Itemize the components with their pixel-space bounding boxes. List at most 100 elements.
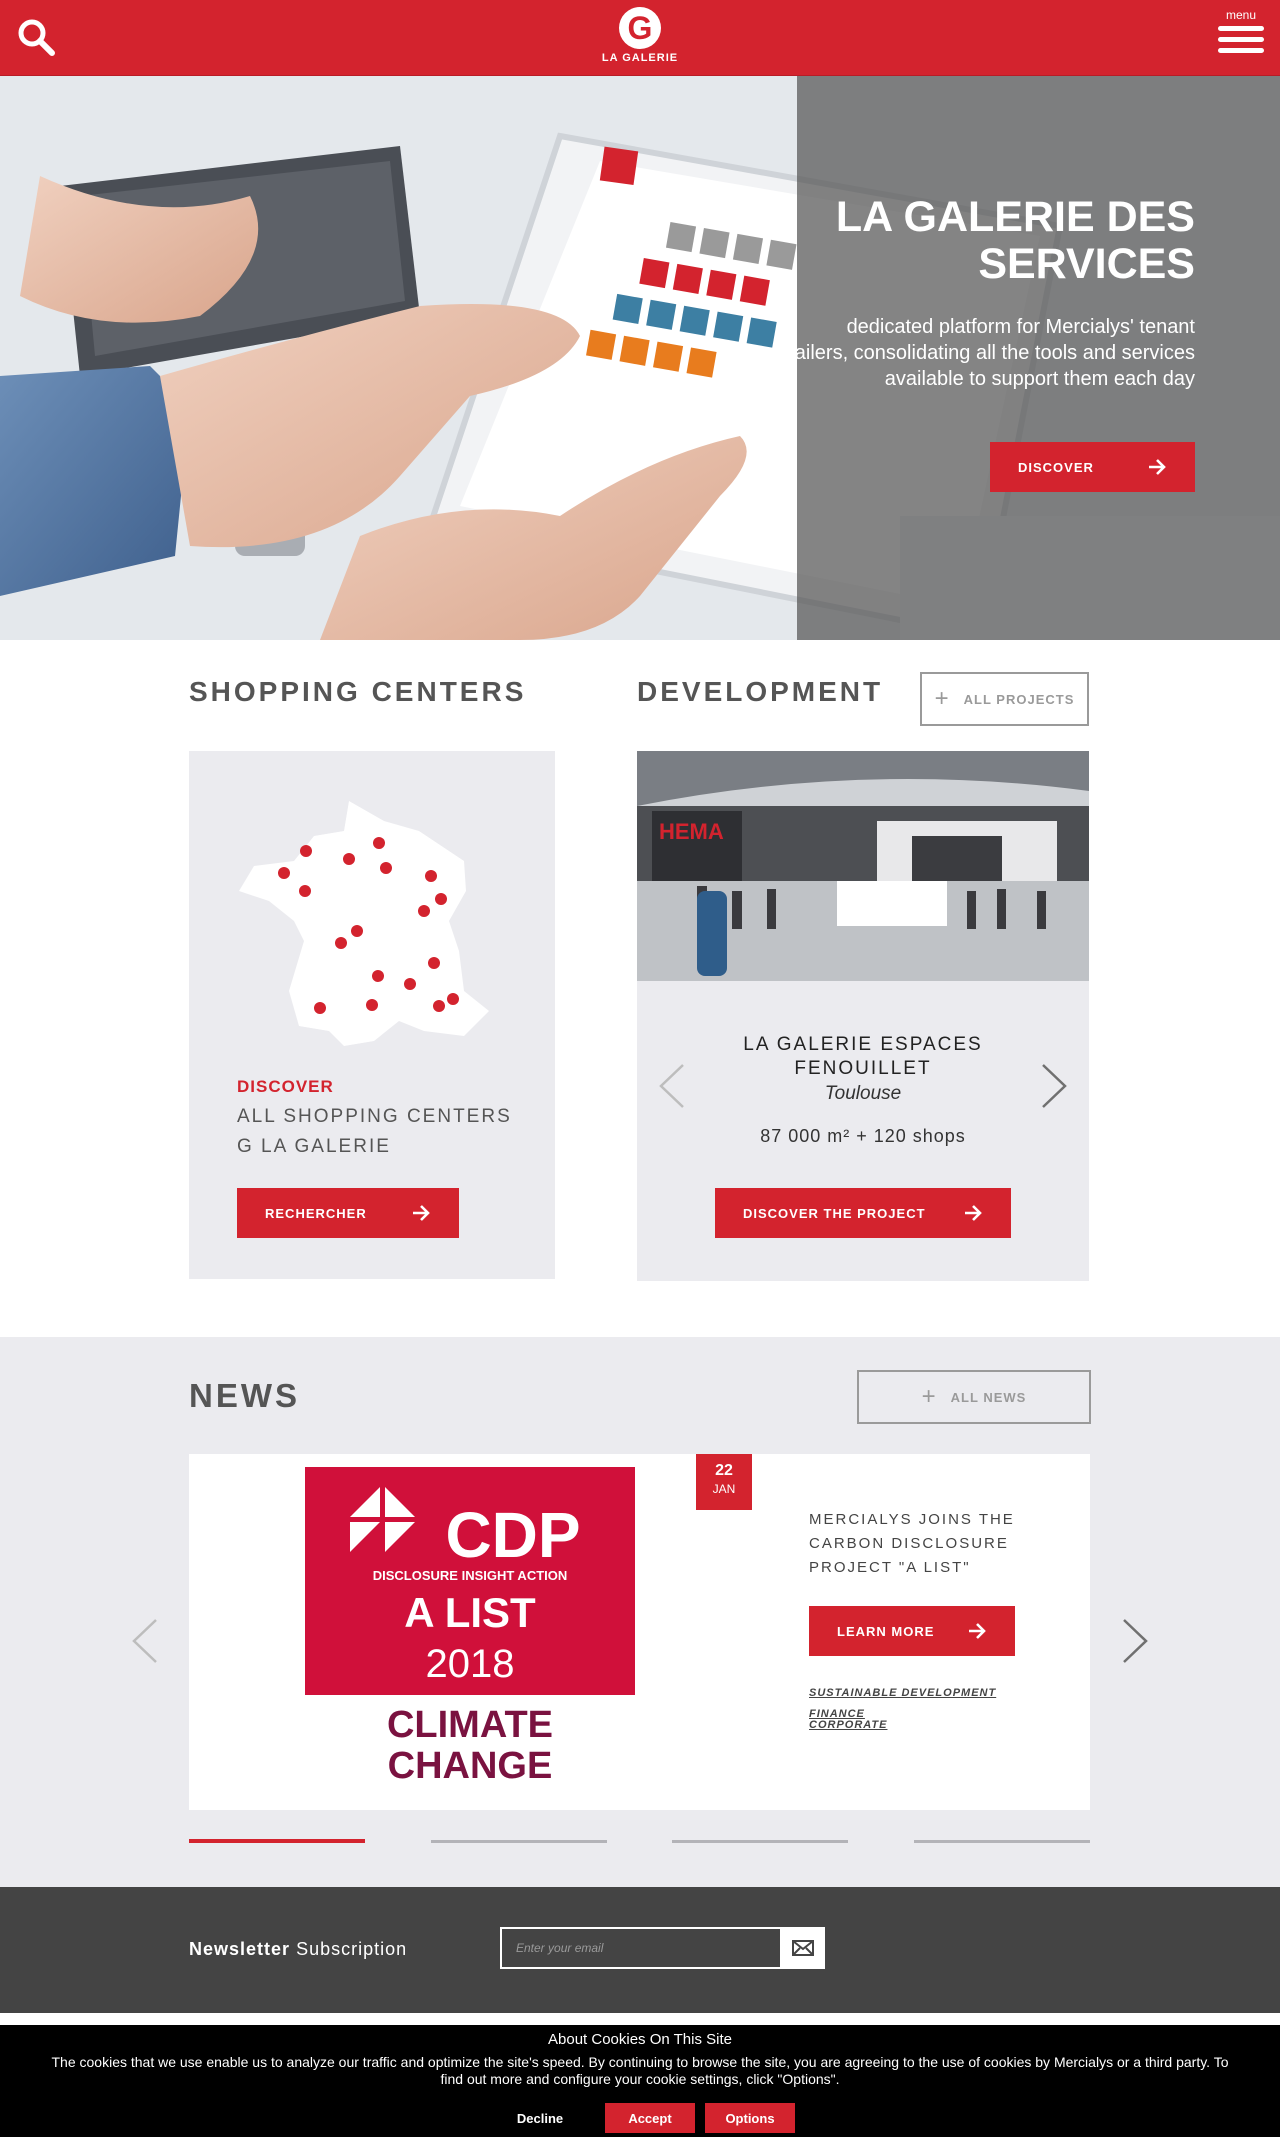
cdp-year: 2018 — [426, 1642, 515, 1686]
news-tag-sustainable[interactable]: SUSTAINABLE DEVELOPMENT — [809, 1687, 996, 1699]
newsletter-email-input[interactable] — [500, 1927, 782, 1969]
news-pager-1[interactable] — [189, 1839, 365, 1843]
map-pin-icon — [447, 993, 459, 1005]
arrow-right-icon — [965, 1205, 982, 1221]
cookie-accept-button[interactable]: Accept — [605, 2103, 695, 2133]
all-projects-button[interactable]: + ALL PROJECTS — [920, 672, 1089, 726]
news-article-title[interactable]: MERCIALYS JOINS THE CARBON DISCLOSURE PR… — [809, 1508, 1019, 1580]
rechercher-button[interactable]: RECHERCHER — [237, 1188, 459, 1238]
news-tag-corporate[interactable]: CORPORATE — [809, 1719, 887, 1731]
shopping-centers-card: DISCOVER ALL SHOPPING CENTERS G LA GALER… — [189, 751, 555, 1279]
news-pager-2[interactable] — [431, 1840, 607, 1843]
newsletter-label-rest: Subscription — [296, 1939, 408, 1959]
news-section: NEWS + ALL NEWS CDP DISCLOSURE INSIGHT A… — [0, 1337, 1280, 1887]
france-map-image[interactable] — [234, 791, 510, 1051]
news-date-day: 22 — [715, 1462, 733, 1479]
hero-banner: LA GALERIE DES SERVICES dedicated platfo… — [0, 76, 1280, 640]
hero-discover-label: DISCOVER — [1018, 459, 1094, 475]
all-projects-label: ALL PROJECTS — [963, 691, 1075, 707]
newsletter-label: Newsletter Subscription — [189, 1939, 407, 1960]
menu-button[interactable]: menu — [1216, 8, 1266, 62]
map-pin-icon — [418, 905, 430, 917]
learn-more-label: LEARN MORE — [837, 1623, 935, 1639]
map-pin-icon — [300, 845, 312, 857]
project-stats: 87 000 m² + 120 shops — [760, 1126, 966, 1146]
project-photo-sign: HEMA — [659, 819, 724, 844]
news-pager-4[interactable] — [914, 1840, 1090, 1843]
logo-text: LA GALERIE — [601, 52, 679, 64]
hero-discover-button[interactable]: DISCOVER — [990, 442, 1195, 492]
cdp-topic-line2: CHANGE — [388, 1745, 553, 1787]
learn-more-button[interactable]: LEARN MORE — [809, 1606, 1015, 1656]
rechercher-label: RECHERCHER — [265, 1205, 367, 1221]
search-button[interactable] — [16, 17, 56, 57]
project-photo: HEMA — [637, 751, 1089, 981]
map-pin-icon — [372, 970, 384, 982]
hero-title: LA GALERIE DES SERVICES — [835, 193, 1195, 288]
next-news-arrow[interactable] — [1122, 1618, 1150, 1664]
news-pager-3[interactable] — [672, 1840, 848, 1843]
map-pin-icon — [380, 862, 392, 874]
arrow-right-icon — [413, 1205, 430, 1221]
logo-letter: G — [628, 10, 653, 46]
shopping-centers-line1: ALL SHOPPING CENTERS — [237, 1106, 512, 1127]
cookie-text: The cookies that we use enable us to ana… — [51, 2054, 1229, 2087]
news-date-month: JAN — [712, 1482, 736, 1496]
map-pin-icon — [278, 867, 290, 879]
map-pin-icon — [433, 1000, 445, 1012]
next-project-arrow[interactable] — [1041, 1063, 1069, 1109]
discover-project-label: DISCOVER THE PROJECT — [743, 1205, 926, 1221]
shopping-centers-line2: G LA GALERIE — [237, 1136, 391, 1157]
map-pin-icon — [435, 893, 447, 905]
search-icon — [18, 19, 55, 56]
hero-description: dedicated platform for Mercialys' tenant… — [771, 316, 1195, 390]
project-city: Toulouse — [824, 1083, 902, 1104]
shopping-centers-title: SHOPPING CENTERS — [189, 676, 527, 707]
map-pin-icon — [366, 999, 378, 1011]
envelope-icon — [791, 1940, 814, 1956]
map-pin-icon — [425, 870, 437, 882]
news-date-badge: 22 JAN — [696, 1454, 752, 1510]
previous-news-arrow[interactable] — [130, 1618, 158, 1664]
map-pin-icon — [314, 1002, 326, 1014]
map-pin-icon — [404, 978, 416, 990]
discover-project-button[interactable]: DISCOVER THE PROJECT — [715, 1188, 1011, 1238]
map-pin-icon — [428, 957, 440, 969]
site-logo[interactable]: G LA GALERIE — [596, 6, 684, 68]
cdp-list-text: A LIST — [404, 1589, 536, 1636]
newsletter-submit-button[interactable] — [780, 1927, 825, 1969]
map-pin-icon — [373, 837, 385, 849]
all-news-label: ALL NEWS — [950, 1389, 1027, 1405]
news-card: CDP DISCLOSURE INSIGHT ACTION A LIST 201… — [189, 1454, 1090, 1810]
cookie-title: About Cookies On This Site — [548, 2031, 732, 2048]
hamburger-icon — [1216, 26, 1266, 53]
map-pin-icon — [299, 885, 311, 897]
menu-label: menu — [1225, 8, 1257, 22]
cookie-options-button[interactable]: Options — [705, 2103, 795, 2133]
development-card: HEMA LA GALERIE ESPACES FENOUILLET Toulo… — [637, 751, 1089, 1281]
arrow-right-icon — [969, 1623, 986, 1639]
cdp-topic-line1: CLIMATE — [387, 1704, 553, 1746]
cdp-tagline: DISCLOSURE INSIGHT ACTION — [373, 1568, 568, 1583]
shopping-centers-discover: DISCOVER — [237, 1077, 334, 1096]
all-news-button[interactable]: + ALL NEWS — [857, 1370, 1091, 1424]
cdp-logo-text: CDP — [445, 1499, 580, 1571]
newsletter-section: Newsletter Subscription — [0, 1887, 1280, 2013]
map-pin-icon — [335, 937, 347, 949]
cookie-buttons: Decline Accept Options — [0, 2103, 1280, 2133]
arrow-right-icon — [1149, 459, 1166, 475]
plus-icon: + — [921, 1383, 937, 1410]
plus-icon: + — [934, 685, 950, 712]
cdp-a-list-image[interactable]: CDP DISCLOSURE INSIGHT ACTION A LIST 201… — [305, 1467, 635, 1797]
news-title: NEWS — [189, 1377, 300, 1414]
development-title: DEVELOPMENT — [637, 676, 884, 707]
project-name: LA GALERIE ESPACES FENOUILLET — [743, 1034, 983, 1079]
cookie-banner: About Cookies On This Site The cookies t… — [0, 2025, 1280, 2137]
logo-g-icon: G — [619, 7, 661, 49]
map-pin-icon — [343, 853, 355, 865]
previous-project-arrow[interactable] — [657, 1063, 685, 1109]
cookie-decline-button[interactable]: Decline — [485, 2103, 595, 2133]
site-header: G LA GALERIE menu — [0, 0, 1280, 76]
newsletter-label-bold: Newsletter — [189, 1939, 291, 1959]
map-pin-icon — [351, 925, 363, 937]
